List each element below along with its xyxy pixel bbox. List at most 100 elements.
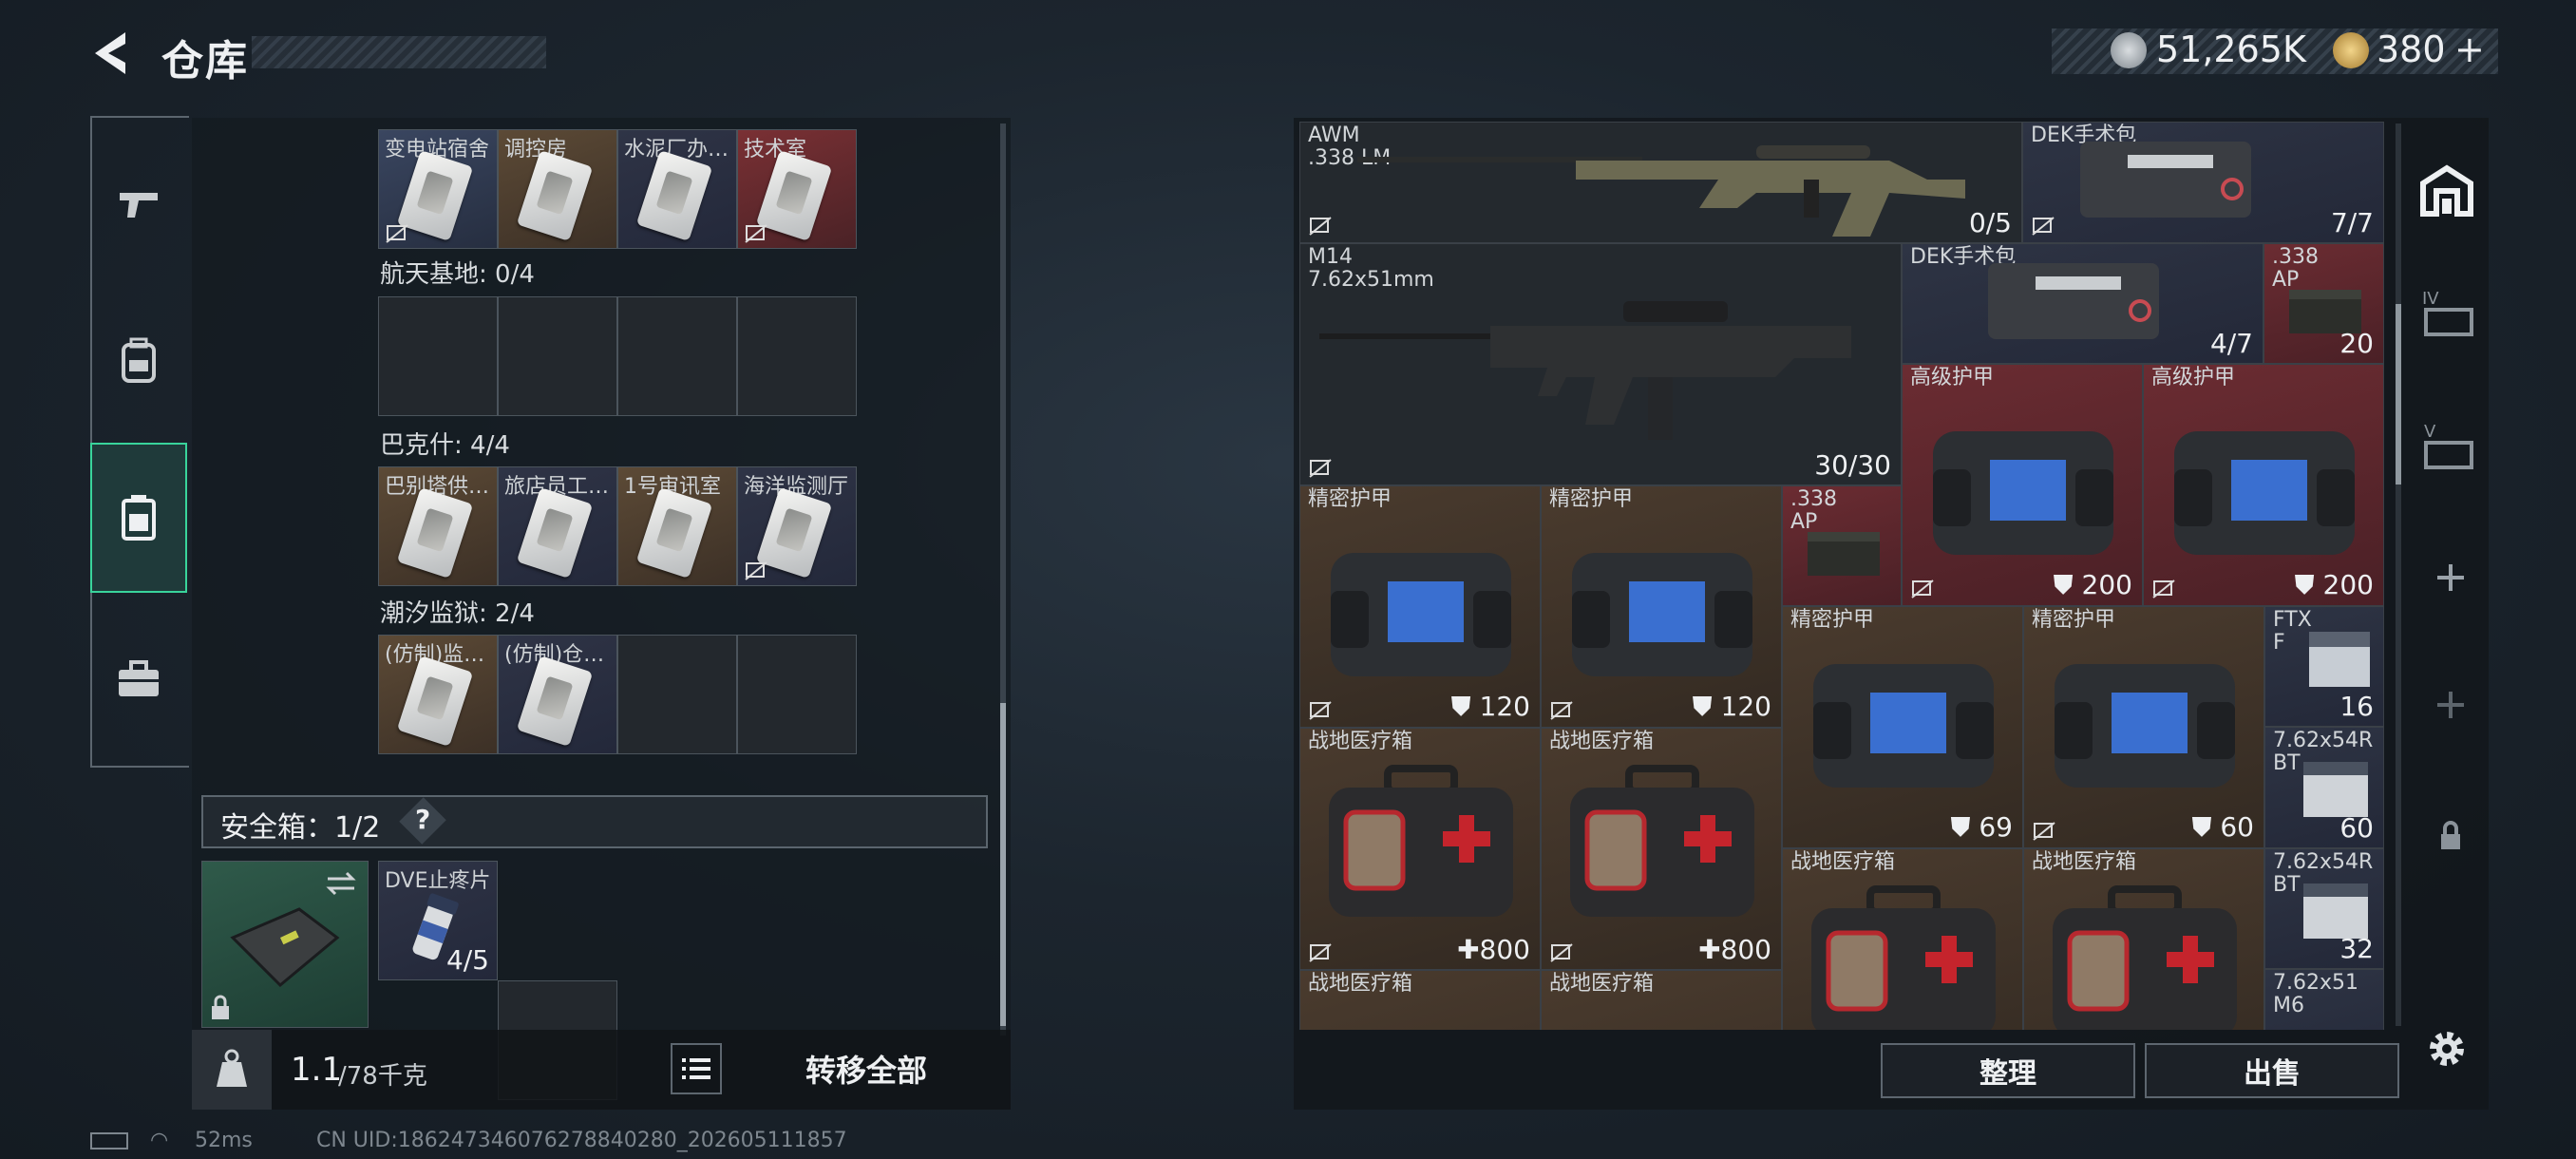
- durability-value: 200: [2081, 569, 2132, 600]
- stash-item-medkit[interactable]: 战地医疗箱: [1782, 848, 2023, 1030]
- safebox-case-icon: [230, 907, 340, 988]
- empty-slot[interactable]: [737, 296, 857, 416]
- no-insure-icon: [1550, 943, 1573, 962]
- stash-item-ammo-ftx[interactable]: FTX F 16: [2264, 606, 2384, 727]
- keycard-icon: [516, 150, 594, 241]
- durability-value: 800: [1479, 934, 1530, 965]
- item-name: 精密护甲: [1549, 487, 1634, 511]
- battery-icon: [90, 1132, 128, 1150]
- keycard-slot[interactable]: 变电站宿舍: [378, 129, 498, 249]
- keycard-slot[interactable]: 旅店员工…: [498, 466, 617, 586]
- no-insure-icon: [745, 561, 767, 580]
- keycard-slot[interactable]: 水泥厂办…: [617, 129, 737, 249]
- add-currency-button[interactable]: +: [2454, 28, 2485, 70]
- add-stash-page-button[interactable]: [2432, 559, 2470, 597]
- first-aid-kit-icon: [1811, 885, 1996, 1030]
- left-scrollbar-thumb[interactable]: [1000, 703, 1006, 1026]
- sniper-rifle-icon: [1357, 145, 1965, 237]
- swap-icon[interactable]: [324, 869, 358, 898]
- stash-item-medkit[interactable]: 战地医疗箱: [2023, 848, 2264, 1030]
- stash-item-dek-kit[interactable]: DEK手术包 7/7: [2022, 122, 2384, 243]
- stash-item-ammo-762x54r[interactable]: 7.62x54R BT 32: [2264, 848, 2384, 969]
- stash-item-medkit[interactable]: 战地医疗箱 ✚800: [1299, 728, 1541, 970]
- stash-item-m14[interactable]: M14 7.62x51mm 30/30: [1299, 243, 1902, 485]
- armor-durability: ⛊ 200: [2053, 569, 2132, 600]
- first-aid-kit-icon: [1570, 765, 1754, 917]
- empty-slot[interactable]: [498, 296, 617, 416]
- back-arrow-icon[interactable]: [84, 25, 141, 82]
- item-count: 4/7: [2209, 328, 2253, 359]
- keycard-row: (仿制)监… (仿制)仓…: [378, 635, 857, 754]
- durability-value: 120: [1479, 691, 1530, 722]
- stash-item-precise-armor[interactable]: 精密护甲 ⛊ 120: [1541, 485, 1782, 728]
- armor-durability: ⛊ 69: [1950, 811, 2013, 843]
- keycard-icon: [516, 656, 594, 747]
- stash-item-medkit[interactable]: 战地医疗箱: [1541, 970, 1782, 1030]
- stash-scrollbar-track[interactable]: [2396, 124, 2401, 1026]
- gear-icon: [2430, 1032, 2464, 1066]
- no-insure-icon: [2152, 580, 2175, 598]
- stash-scrollbar-thumb[interactable]: [2396, 304, 2401, 484]
- stash-item-advanced-armor[interactable]: 高级护甲 ⛊ 200: [1902, 364, 2143, 606]
- empty-slot[interactable]: [737, 635, 857, 754]
- stash-item-dek-kit[interactable]: DEK手术包 4/7: [1902, 243, 2263, 364]
- keycard-row: 巴别塔供… 旅店员工… 1号审讯室 海洋监测厅: [378, 466, 857, 586]
- empty-slot[interactable]: [617, 635, 737, 754]
- sell-button[interactable]: 出售: [2145, 1043, 2399, 1098]
- keycard-slot[interactable]: 巴别塔供…: [378, 466, 498, 586]
- no-insure-icon: [1309, 459, 1332, 478]
- section-title-aerospace: 航天基地: 0/4: [380, 260, 535, 289]
- durability-value: 60: [2220, 811, 2254, 843]
- sort-button[interactable]: 整理: [1881, 1043, 2135, 1098]
- durability-value: 69: [1979, 811, 2013, 843]
- stash-item-medkit[interactable]: 战地医疗箱 ✚800: [1541, 728, 1782, 970]
- item-name: M14 7.62x51mm: [1308, 245, 1434, 292]
- armor-durability: ⛊ 200: [2294, 569, 2374, 600]
- stash-item-precise-armor[interactable]: 精密护甲 ⛊ 60: [2023, 606, 2264, 848]
- stash-grid: AWM .338 LM 0/5 DEK手术包 7/7 M14 7.62x51mm…: [1299, 122, 2384, 1030]
- safebox-item-slot[interactable]: DVE止疼片 4/5: [378, 861, 498, 980]
- sidebar-item-weapons[interactable]: [90, 133, 187, 276]
- warehouse-tab[interactable]: [2413, 142, 2481, 238]
- keycard-row: [378, 296, 857, 416]
- stash-item-advanced-armor[interactable]: 高级护甲 ⛊ 200: [2143, 364, 2384, 606]
- list-view-button[interactable]: [671, 1043, 722, 1094]
- weight-icon: [217, 1049, 247, 1087]
- section-title-bakesh: 巴克什: 4/4: [380, 431, 510, 460]
- stash-item-awm[interactable]: AWM .338 LM 0/5: [1299, 122, 2022, 243]
- stash-item-medkit[interactable]: 战地医疗箱: [1299, 970, 1541, 1030]
- stash-item-ammo-762x54r[interactable]: 7.62x54R BT 60: [2264, 727, 2384, 848]
- transfer-all-button[interactable]: 转移全部: [731, 1043, 1001, 1094]
- sidebar-item-keys[interactable]: [90, 443, 187, 593]
- item-name: 战地医疗箱: [1308, 730, 1413, 753]
- section-title-tide: 潮汐监狱: 2/4: [380, 599, 535, 628]
- weight-icon-box: [192, 1030, 272, 1110]
- stash-tab-5[interactable]: V: [2420, 416, 2477, 473]
- safebox-slot[interactable]: [201, 861, 369, 1028]
- keycard-slot[interactable]: 技术室: [737, 129, 857, 249]
- sidebar-item-case[interactable]: [90, 608, 187, 750]
- keycard-slot[interactable]: 海洋监测厅: [737, 466, 857, 586]
- add-stash-page-button[interactable]: [2432, 686, 2470, 724]
- stash-item-ammo-762x51[interactable]: 7.62x51 M6: [2264, 969, 2384, 1030]
- settings-button[interactable]: [2420, 1022, 2473, 1075]
- empty-slot[interactable]: [617, 296, 737, 416]
- pistol-icon: [120, 193, 158, 218]
- empty-slot[interactable]: [378, 296, 498, 416]
- stash-item-precise-armor[interactable]: 精密护甲 ⛊ 69: [1782, 606, 2023, 848]
- no-insure-icon: [386, 224, 408, 243]
- stash-tab-4[interactable]: IV: [2420, 283, 2477, 340]
- stash-item-ammo-338[interactable]: .338 AP 20: [2263, 243, 2384, 364]
- help-icon[interactable]: ?: [415, 804, 430, 835]
- stash-page-iv-icon: IV: [2422, 289, 2473, 336]
- stash-item-ammo-338[interactable]: .338 AP: [1782, 485, 1902, 606]
- keycard-slot[interactable]: (仿制)仓…: [498, 635, 617, 754]
- armor-vest-icon: [2055, 664, 2235, 788]
- svg-text:V: V: [2424, 422, 2436, 442]
- keycard-slot[interactable]: (仿制)监…: [378, 635, 498, 754]
- armor-vest-icon: [1933, 431, 2113, 555]
- stash-item-precise-armor[interactable]: 精密护甲 ⛊ 120: [1299, 485, 1541, 728]
- keycard-slot[interactable]: 调控房: [498, 129, 617, 249]
- keycard-slot[interactable]: 1号审讯室: [617, 466, 737, 586]
- sidebar-item-gear[interactable]: [90, 290, 187, 432]
